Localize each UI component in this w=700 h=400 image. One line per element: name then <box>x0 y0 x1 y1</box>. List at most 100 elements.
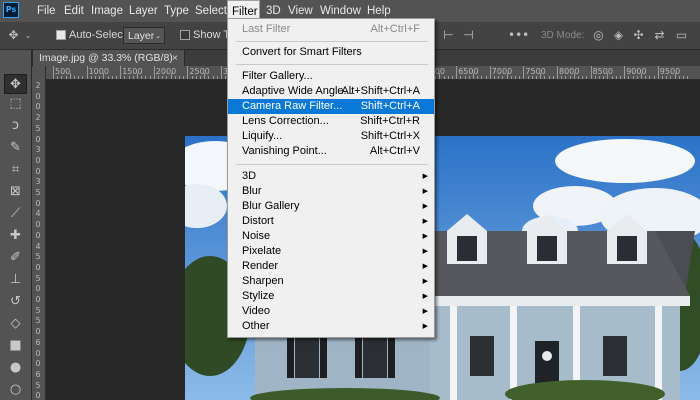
submenu-video[interactable]: Video ▶ <box>228 304 434 319</box>
ruler-tick <box>683 76 684 79</box>
ruler-label: 2500 <box>189 67 210 76</box>
menu-item-label: Blur Gallery <box>242 200 300 212</box>
menu-item-lens-correction[interactable]: Lens Correction... Shift+Ctrl+R <box>228 114 434 129</box>
dodge-icon[interactable]: ○ <box>4 380 27 400</box>
frame-icon[interactable]: ⊠ <box>4 182 27 202</box>
align-left-icon[interactable]: ⊢ <box>440 27 457 44</box>
gradient-icon[interactable]: ■ <box>4 336 27 356</box>
ruler-tick <box>153 66 155 79</box>
menu-item-camera-raw-filter[interactable]: Camera Raw Filter... Shift+Ctrl+A <box>228 99 434 114</box>
menu-item-label: Sharpen <box>242 275 284 287</box>
brush-icon[interactable]: ✐ <box>4 248 27 268</box>
ruler-label: 0 <box>35 327 41 337</box>
submenu-blur-gallery[interactable]: Blur Gallery ▶ <box>228 199 434 214</box>
menu-type[interactable]: Type <box>160 0 193 22</box>
ruler-tick <box>645 76 647 79</box>
submenu-render[interactable]: Render ▶ <box>228 259 434 274</box>
3d-orbit-icon[interactable]: ◎ <box>590 27 607 44</box>
ruler-tick <box>473 73 474 79</box>
marquee-icon[interactable]: ⬚ <box>4 94 27 114</box>
move-tool-preset-icon[interactable]: ✥ <box>5 27 22 44</box>
align-center-icon[interactable]: ⊣ <box>460 27 477 44</box>
ruler-label: 3 <box>35 177 41 187</box>
ruler-tick <box>99 76 101 79</box>
show-transform-checkbox[interactable] <box>180 30 190 40</box>
submenu-stylize[interactable]: Stylize ▶ <box>228 289 434 304</box>
ruler-label: 1000 <box>88 67 109 76</box>
ruler-tick <box>594 76 596 79</box>
3d-roll-icon[interactable]: ◈ <box>610 27 627 44</box>
ruler-label: 0 <box>35 102 41 112</box>
ruler-tick <box>615 76 617 79</box>
eyedropper-icon[interactable]: ⟋ <box>4 204 27 224</box>
submenu-distort[interactable]: Distort ▶ <box>228 214 434 229</box>
close-icon[interactable]: × <box>172 50 178 66</box>
menu-item-convert-smart-filters[interactable]: Convert for Smart Filters <box>228 45 434 60</box>
ruler-vertical[interactable]: 200250300350400450500550600650 <box>32 66 46 400</box>
ruler-tick <box>586 76 588 79</box>
eraser-icon[interactable]: ◇ <box>4 314 27 334</box>
move-icon[interactable]: ✥ <box>4 74 27 94</box>
menu-item-liquify[interactable]: Liquify... Shift+Ctrl+X <box>228 129 434 144</box>
history-brush-icon[interactable]: ↺ <box>4 292 27 312</box>
ruler-tick <box>208 76 210 79</box>
ruler-tick <box>137 73 138 79</box>
menu-item-label: Render <box>242 260 279 272</box>
submenu-sharpen[interactable]: Sharpen ▶ <box>228 274 434 289</box>
crop-icon[interactable]: ⌗ <box>4 160 27 180</box>
ruler-tick <box>464 76 466 79</box>
menu-image[interactable]: Image <box>87 0 127 22</box>
ruler-tick <box>149 76 151 79</box>
menu-item-label: Camera Raw Filter... <box>242 100 343 112</box>
submenu-blur[interactable]: Blur ▶ <box>228 184 434 199</box>
lasso-icon[interactable]: ↄ <box>4 116 27 136</box>
document-tab[interactable]: Image.jpg @ 33.3% (RGB/8) × <box>33 50 185 66</box>
filter-menu: Last Filter Alt+Ctrl+F Convert for Smart… <box>227 18 435 338</box>
ruler-tick <box>485 76 487 79</box>
ruler-tick <box>527 76 529 79</box>
submenu-noise[interactable]: Noise ▶ <box>228 229 434 244</box>
ruler-tick <box>170 73 172 79</box>
3d-pan-icon[interactable]: ✣ <box>630 27 647 44</box>
submenu-other[interactable]: Other ▶ <box>228 319 434 334</box>
ruler-label: 0 <box>35 155 41 165</box>
menu-item-adaptive-wide-angle[interactable]: Adaptive Wide Angle... Alt+Shift+Ctrl+A <box>228 84 434 99</box>
menu-item-label: Filter Gallery... <box>242 70 313 82</box>
ruler-label: 4 <box>35 209 41 219</box>
menu-item-vanishing-point[interactable]: Vanishing Point... Alt+Ctrl+V <box>228 144 434 159</box>
healing-brush-icon[interactable]: ✚ <box>4 226 27 246</box>
blur-icon[interactable]: ● <box>4 358 27 378</box>
ruler-label: 0 <box>35 220 41 230</box>
ruler-tick <box>540 73 542 79</box>
ruler-tick <box>582 76 584 79</box>
menu-layer[interactable]: Layer <box>125 0 162 22</box>
menu-item-filter-gallery[interactable]: Filter Gallery... <box>228 69 434 84</box>
ruler-label: 2 <box>35 81 41 90</box>
submenu-arrow-icon: ▶ <box>422 293 428 300</box>
ruler-tick <box>116 76 117 79</box>
ruler-tick <box>494 76 495 79</box>
quick-select-icon[interactable]: ✎ <box>4 138 27 158</box>
submenu-pixelate[interactable]: Pixelate ▶ <box>228 244 434 259</box>
ruler-tick <box>179 76 180 79</box>
auto-select-dropdown[interactable]: Layer ⌄ <box>123 27 165 44</box>
submenu-arrow-icon: ▶ <box>422 323 428 330</box>
submenu-3d[interactable]: 3D ▶ <box>228 169 434 184</box>
ruler-label: 6 <box>35 337 41 347</box>
more-options-icon[interactable]: ••• <box>508 27 529 44</box>
ruler-tick <box>468 76 470 79</box>
3d-scale-icon[interactable]: ▭ <box>673 27 690 44</box>
menu-select[interactable]: Select <box>191 0 231 22</box>
chevron-down-icon[interactable]: ⌄ <box>23 27 33 44</box>
menu-item-label: Vanishing Point... <box>242 145 327 157</box>
ruler-tick <box>536 76 537 79</box>
3d-slide-icon[interactable]: ⇄ <box>651 27 668 44</box>
auto-select-label: Auto-Select: <box>69 29 129 41</box>
auto-select-checkbox[interactable] <box>56 30 66 40</box>
menu-separator <box>236 64 428 65</box>
menu-file[interactable]: File <box>33 0 60 22</box>
ruler-tick <box>557 66 558 79</box>
menu-edit[interactable]: Edit <box>60 0 88 22</box>
ruler-tick <box>452 76 453 79</box>
clone-stamp-icon[interactable]: ⊥ <box>4 270 27 290</box>
